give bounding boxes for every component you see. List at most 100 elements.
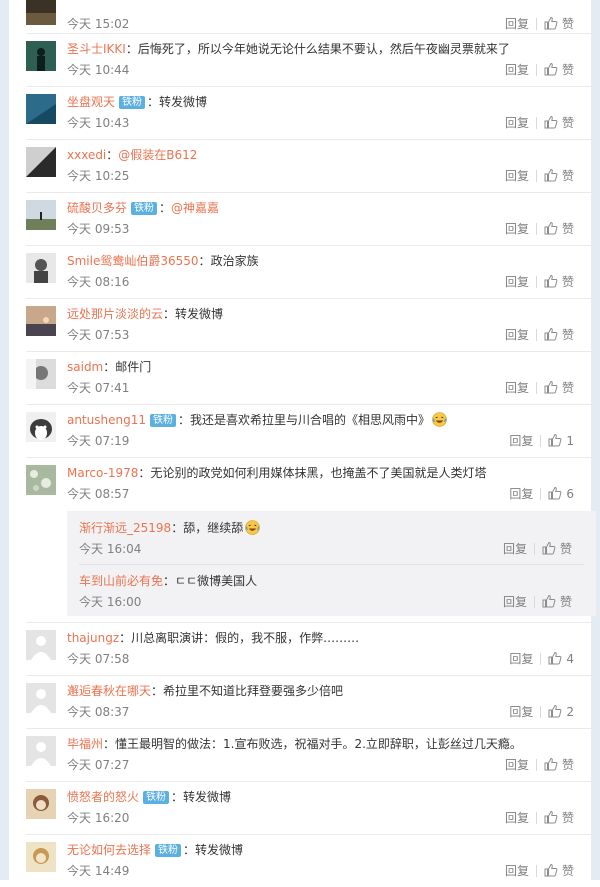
like-button[interactable]: 赞 <box>542 594 572 609</box>
reply-button[interactable]: 回复 <box>505 114 529 132</box>
comment-content: thajungz：川总离职演讲：假的，我不服，作弊……… <box>67 629 581 647</box>
username-link[interactable]: 毕福州 <box>67 737 103 751</box>
comment-time: 今天 09:53 <box>67 222 130 236</box>
reply-button[interactable]: 回复 <box>505 167 529 185</box>
like-button[interactable]: 赞 <box>544 757 574 772</box>
user-avatar[interactable] <box>26 306 56 336</box>
colon-separator: ： <box>119 631 132 645</box>
username-link[interactable]: 坐盘观天 <box>67 95 115 109</box>
action-divider <box>535 329 537 341</box>
comment-item: saidm：邮件门 今天 07:41 回复 赞 <box>9 358 591 404</box>
colon-separator: ： <box>163 307 176 321</box>
like-button[interactable]: 赞 <box>544 168 574 183</box>
user-avatar[interactable] <box>26 465 56 495</box>
reply-button[interactable]: 回复 <box>505 756 529 774</box>
like-button[interactable]: 赞 <box>544 327 574 342</box>
username-link[interactable]: Smile鸳鸯屾伯爵36550 <box>67 254 199 268</box>
user-avatar[interactable] <box>26 412 56 442</box>
fan-badge[interactable]: 铁粉 <box>143 791 170 804</box>
reply-button[interactable]: 回复 <box>505 61 529 79</box>
comment-list: 今天 15:02 回复赞圣斗士IKKI：后悔死了，所以今年她说无论什么结果不要认，… <box>9 0 596 880</box>
like-count: 赞 <box>561 381 574 395</box>
reply-button[interactable]: 回复 <box>509 650 533 668</box>
user-avatar[interactable] <box>26 0 56 25</box>
user-avatar[interactable] <box>26 842 56 872</box>
reply-button[interactable]: 回复 <box>509 703 533 721</box>
user-avatar[interactable] <box>26 789 56 819</box>
like-button[interactable]: 赞 <box>544 810 574 825</box>
comment-time: 今天 15:02 <box>67 17 130 31</box>
reply-button[interactable]: 回复 <box>505 862 529 880</box>
username-link[interactable]: Marco-1978 <box>67 466 138 480</box>
like-button[interactable]: 1 <box>548 433 574 448</box>
action-divider <box>533 543 535 555</box>
user-avatar[interactable] <box>26 736 56 766</box>
like-button[interactable]: 赞 <box>542 541 572 556</box>
user-avatar[interactable] <box>26 683 56 713</box>
reply-button[interactable]: 回复 <box>505 15 529 33</box>
like-button[interactable]: 赞 <box>544 380 574 395</box>
user-avatar[interactable] <box>26 630 56 660</box>
mention-link[interactable]: @神嘉嘉 <box>171 201 219 215</box>
reply-button[interactable]: 回复 <box>509 432 533 450</box>
fan-badge[interactable]: 铁粉 <box>155 844 182 857</box>
like-button[interactable]: 赞 <box>544 16 574 31</box>
username-link[interactable]: xxxedi <box>67 148 106 162</box>
like-button[interactable]: 4 <box>548 651 574 666</box>
laugh-cry-emoji-icon <box>245 520 261 535</box>
like-count: 赞 <box>561 116 574 130</box>
username-link[interactable]: 圣斗士IKKI <box>67 42 126 56</box>
username-link[interactable]: 硫酸贝多芬 <box>67 201 127 215</box>
comment-text: 转发微博 <box>183 790 232 804</box>
like-button[interactable]: 赞 <box>544 863 574 878</box>
user-avatar[interactable] <box>26 94 56 124</box>
username-link[interactable]: 愤怒者的怒火 <box>67 790 139 804</box>
like-count: 赞 <box>561 811 574 825</box>
username-link[interactable]: 渐行渐远_25198 <box>79 521 171 535</box>
comment-time: 今天 14:49 <box>67 864 130 878</box>
fan-badge[interactable]: 铁粉 <box>131 202 158 215</box>
comment-item: thajungz：川总离职演讲：假的，我不服，作弊……… 今天 07:58 回复 4 <box>9 629 591 675</box>
action-divider <box>535 865 537 877</box>
reply-button[interactable]: 回复 <box>503 540 527 558</box>
like-button[interactable]: 6 <box>548 486 574 501</box>
username-link[interactable]: thajungz <box>67 631 119 645</box>
username-link[interactable]: 无论如何去选择 <box>67 843 151 857</box>
like-count: 1 <box>566 434 574 448</box>
username-link[interactable]: 车到山前必有免 <box>79 574 163 588</box>
like-count: 赞 <box>561 758 574 772</box>
user-avatar[interactable] <box>26 253 56 283</box>
like-button[interactable]: 赞 <box>544 221 574 236</box>
user-avatar[interactable] <box>26 41 56 71</box>
action-divider <box>535 18 537 30</box>
like-button[interactable]: 赞 <box>544 274 574 289</box>
like-button[interactable]: 赞 <box>544 115 574 130</box>
username-link[interactable]: antusheng11 <box>67 413 146 427</box>
comment-divider <box>26 404 591 405</box>
reply-button[interactable]: 回复 <box>505 220 529 238</box>
reply-button[interactable]: 回复 <box>503 593 527 611</box>
username-link[interactable]: 邂逅春秋在哪天 <box>67 684 151 698</box>
like-button[interactable]: 2 <box>548 704 574 719</box>
user-avatar[interactable] <box>26 200 56 230</box>
user-avatar[interactable] <box>26 359 56 389</box>
fan-badge[interactable]: 铁粉 <box>150 414 177 427</box>
username-link[interactable]: saidm <box>67 360 103 374</box>
reply-button[interactable]: 回复 <box>505 273 529 291</box>
user-avatar[interactable] <box>26 147 56 177</box>
fan-badge[interactable]: 铁粉 <box>119 96 146 109</box>
like-button[interactable]: 赞 <box>544 62 574 77</box>
reply-button[interactable]: 回复 <box>505 379 529 397</box>
reply-button[interactable]: 回复 <box>505 326 529 344</box>
comment-divider <box>26 675 591 676</box>
like-count: 6 <box>566 487 574 501</box>
reply-button[interactable]: 回复 <box>505 809 529 827</box>
username-link[interactable]: 远处那片淡淡的云 <box>67 307 163 321</box>
comment-content: 渐行渐远_25198：舔，继续舔 <box>79 519 588 537</box>
comment-time: 今天 16:20 <box>67 811 130 825</box>
comment-actions: 回复 赞 <box>503 540 572 558</box>
colon-separator: ： <box>178 413 191 427</box>
reply-item: 渐行渐远_25198：舔，继续舔 今天 16:04 回复 赞 <box>67 519 596 559</box>
mention-link[interactable]: @假装在B612 <box>118 148 197 162</box>
reply-button[interactable]: 回复 <box>509 485 533 503</box>
